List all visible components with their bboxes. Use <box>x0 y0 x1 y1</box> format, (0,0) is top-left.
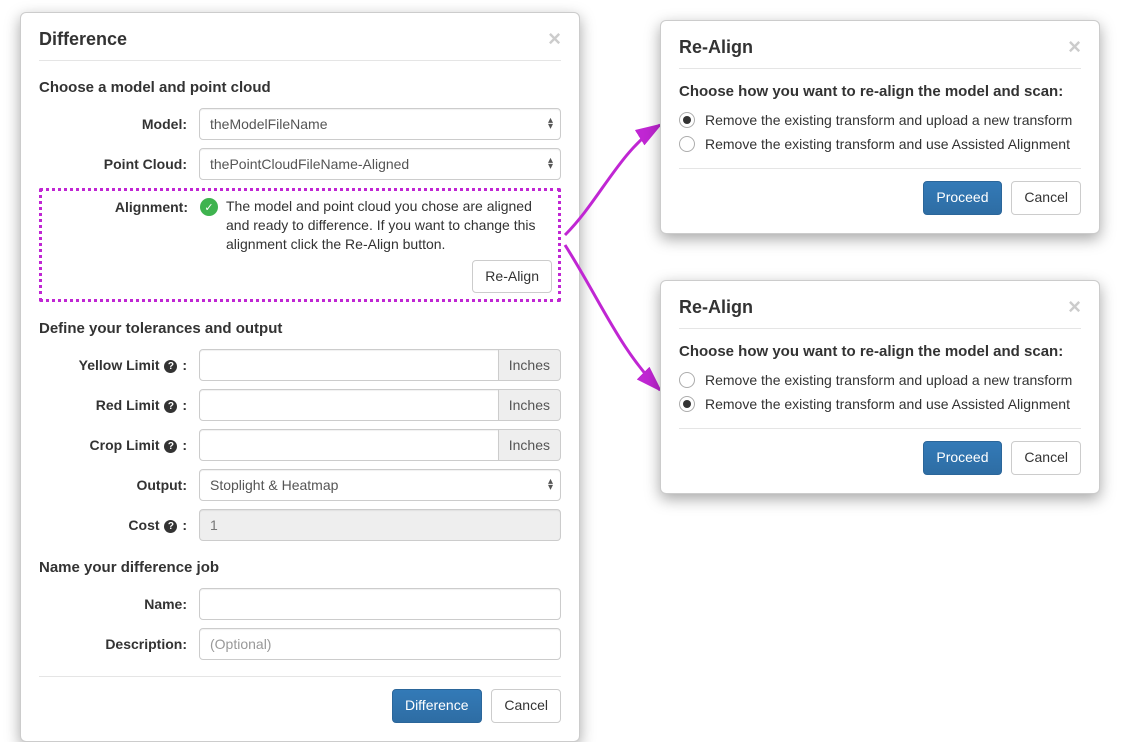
crop-limit-label: Crop Limit ? : <box>39 437 199 453</box>
modal-footer: Difference Cancel <box>39 676 561 723</box>
section-tolerances-heading: Define your tolerances and output <box>39 320 561 337</box>
close-icon[interactable]: × <box>1068 296 1081 318</box>
cost-field <box>199 509 561 541</box>
alignment-status-text: The model and point cloud you chose are … <box>226 197 552 254</box>
section-name-heading: Name your difference job <box>39 559 561 576</box>
radio-icon <box>679 112 695 128</box>
unit-addon: Inches <box>499 389 561 421</box>
help-icon[interactable]: ? <box>164 400 177 413</box>
help-icon[interactable]: ? <box>164 520 177 533</box>
radio-icon <box>679 372 695 388</box>
output-label: Output: <box>39 477 199 493</box>
proceed-button[interactable]: Proceed <box>923 441 1001 475</box>
model-label: Model: <box>39 116 199 132</box>
proceed-button[interactable]: Proceed <box>923 181 1001 215</box>
name-input[interactable] <box>199 588 561 620</box>
modal-header: Re-Align × <box>679 296 1081 329</box>
modal-title: Re-Align <box>679 297 753 318</box>
difference-modal: Difference × Choose a model and point cl… <box>20 12 580 742</box>
cancel-button[interactable]: Cancel <box>1011 181 1081 215</box>
crop-limit-input[interactable] <box>199 429 499 461</box>
realign-button[interactable]: Re-Align <box>472 260 552 294</box>
unit-addon: Inches <box>499 429 561 461</box>
radio-upload-transform[interactable]: Remove the existing transform and upload… <box>679 372 1081 388</box>
realign-modal-assisted: Re-Align × Choose how you want to re-ali… <box>660 280 1100 494</box>
modal-header: Re-Align × <box>679 36 1081 69</box>
cancel-button[interactable]: Cancel <box>491 689 561 723</box>
alignment-label: Alignment: <box>48 197 200 215</box>
cost-label: Cost ? : <box>39 517 199 533</box>
help-icon[interactable]: ? <box>164 360 177 373</box>
modal-footer: Proceed Cancel <box>679 428 1081 475</box>
realign-heading: Choose how you want to re-align the mode… <box>679 83 1081 100</box>
output-select[interactable]: Stoplight & Heatmap <box>199 469 561 501</box>
modal-title: Re-Align <box>679 37 753 58</box>
radio-assisted-alignment[interactable]: Remove the existing transform and use As… <box>679 396 1081 412</box>
description-input[interactable] <box>199 628 561 660</box>
radio-icon <box>679 136 695 152</box>
yellow-limit-input[interactable] <box>199 349 499 381</box>
check-circle-icon: ✓ <box>200 198 218 216</box>
radio-assisted-alignment[interactable]: Remove the existing transform and use As… <box>679 136 1081 152</box>
close-icon[interactable]: × <box>548 28 561 50</box>
yellow-limit-label: Yellow Limit ? : <box>39 357 199 373</box>
difference-button[interactable]: Difference <box>392 689 482 723</box>
help-icon[interactable]: ? <box>164 440 177 453</box>
radio-upload-transform[interactable]: Remove the existing transform and upload… <box>679 112 1081 128</box>
unit-addon: Inches <box>499 349 561 381</box>
modal-title: Difference <box>39 29 127 50</box>
red-limit-label: Red Limit ? : <box>39 397 199 413</box>
close-icon[interactable]: × <box>1068 36 1081 58</box>
alignment-highlight-box: Alignment: ✓ The model and point cloud y… <box>39 188 561 302</box>
realign-heading: Choose how you want to re-align the mode… <box>679 343 1081 360</box>
point-cloud-label: Point Cloud: <box>39 156 199 172</box>
section-choose-heading: Choose a model and point cloud <box>39 79 561 96</box>
radio-icon <box>679 396 695 412</box>
model-select[interactable]: theModelFileName <box>199 108 561 140</box>
description-label: Description: <box>39 636 199 652</box>
modal-header: Difference × <box>39 28 561 61</box>
point-cloud-select[interactable]: thePointCloudFileName-Aligned <box>199 148 561 180</box>
cancel-button[interactable]: Cancel <box>1011 441 1081 475</box>
modal-footer: Proceed Cancel <box>679 168 1081 215</box>
realign-modal-upload: Re-Align × Choose how you want to re-ali… <box>660 20 1100 234</box>
red-limit-input[interactable] <box>199 389 499 421</box>
name-label: Name: <box>39 596 199 612</box>
